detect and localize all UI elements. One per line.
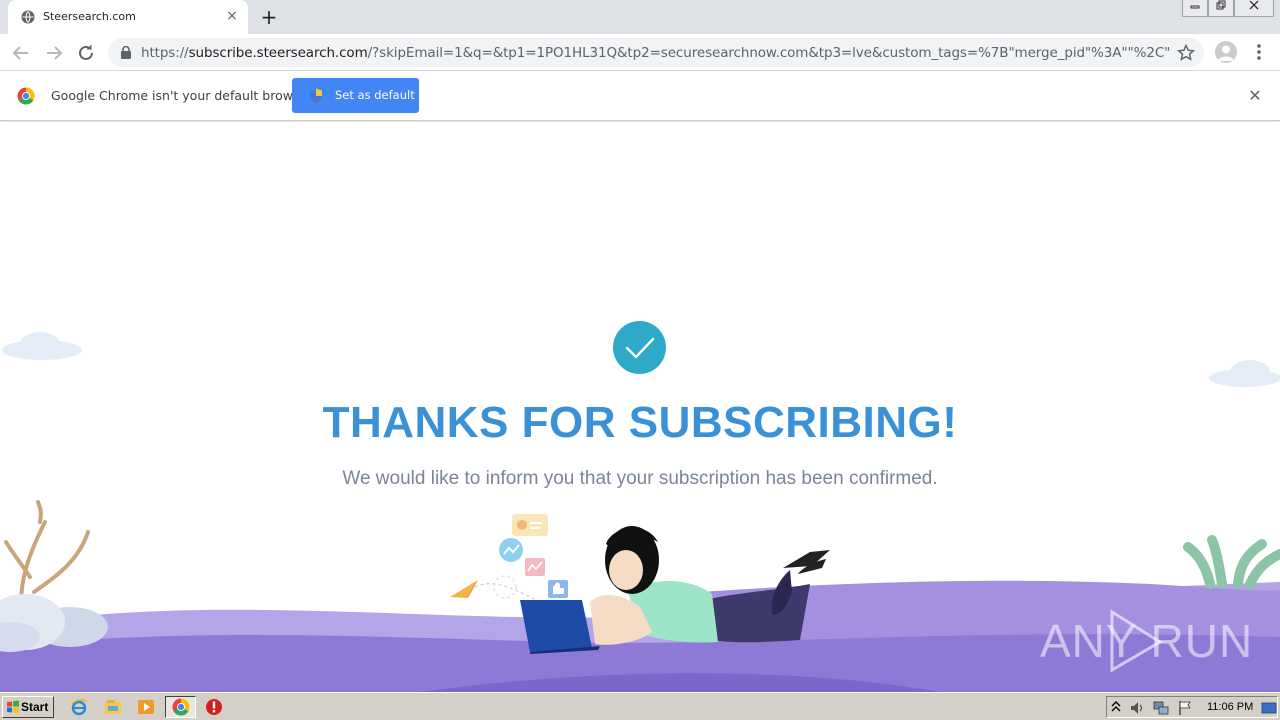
reload-icon[interactable] xyxy=(74,41,98,65)
ie-icon[interactable] xyxy=(70,698,88,716)
windows-taskbar: Start 11:06 PM xyxy=(0,692,1280,720)
menu-icon[interactable] xyxy=(1250,42,1268,62)
account-silhouette xyxy=(1218,45,1234,61)
shield-icon xyxy=(310,88,322,104)
plant xyxy=(1183,535,1280,589)
windows-flag-icon xyxy=(7,700,19,714)
url-text: https://subscribe.steersearch.com/?skipE… xyxy=(141,45,1171,61)
chrome-logo-icon xyxy=(17,87,35,105)
action-center-flag-icon[interactable] xyxy=(1177,700,1193,716)
taskbar-chrome-button[interactable] xyxy=(165,696,196,718)
restore-icon xyxy=(1216,0,1226,10)
floating-like-card xyxy=(548,580,568,598)
cloud-right xyxy=(1209,360,1280,387)
clock[interactable]: 11:06 PM xyxy=(1207,701,1253,713)
set-as-default-button[interactable]: Set as default xyxy=(292,78,419,113)
infobar-close-icon[interactable]: ✕ xyxy=(1247,88,1263,104)
restore-button[interactable] xyxy=(1208,0,1234,17)
url-path: /?skipEmail=1&q=&tp1=1PO1HL31Q&tp2=secur… xyxy=(367,45,1171,61)
dashed-trail xyxy=(474,583,541,603)
chrome-icon xyxy=(172,698,190,716)
cloud-left xyxy=(2,332,82,360)
url-host: subscribe.steersearch.com xyxy=(188,45,368,61)
anyrun-watermark: ANY RUN xyxy=(1040,615,1254,667)
floating-chart-card xyxy=(512,514,548,536)
page-title: THANKS FOR SUBSCRIBING! xyxy=(322,398,958,447)
star-icon[interactable] xyxy=(1176,43,1196,63)
confirmation-message: We would like to inform you that your su… xyxy=(342,468,938,489)
success-check-badge xyxy=(613,321,666,374)
show-desktop-icon[interactable] xyxy=(1261,700,1277,716)
floating-trend-badge xyxy=(499,538,523,562)
network-icon[interactable] xyxy=(1153,700,1169,716)
close-icon xyxy=(1249,0,1259,10)
tab-steersearch[interactable]: Steersearch.com × xyxy=(8,0,248,34)
default-browser-infobar: Google Chrome isn't your default browser… xyxy=(0,71,1280,121)
infobar-message: Google Chrome isn't your default browser xyxy=(51,88,313,103)
explorer-icon[interactable] xyxy=(104,698,122,716)
globe-icon xyxy=(21,10,35,24)
back-icon[interactable] xyxy=(9,41,33,65)
volume-icon[interactable] xyxy=(1129,700,1145,716)
show-hidden-icons-icon[interactable] xyxy=(1111,700,1121,714)
dashed-circle xyxy=(493,575,517,599)
start-label: Start xyxy=(21,700,49,714)
new-tab-button[interactable]: + xyxy=(258,6,280,28)
page-content: THANKS FOR SUBSCRIBING! We would like to… xyxy=(0,122,1280,692)
rocks xyxy=(0,594,108,652)
tab-close-icon[interactable]: × xyxy=(224,8,240,24)
forward-icon[interactable] xyxy=(42,41,66,65)
tab-title: Steersearch.com xyxy=(43,10,136,23)
account-icon[interactable] xyxy=(1215,41,1237,63)
tab-strip: Steersearch.com × + xyxy=(0,0,1280,34)
checkmark-icon xyxy=(625,337,655,359)
paper-plane xyxy=(450,580,478,598)
floating-graph-card xyxy=(525,558,545,576)
set-as-default-label: Set as default xyxy=(335,88,415,102)
system-tray: 11:06 PM xyxy=(1106,696,1278,718)
browser-toolbar: https://subscribe.steersearch.com/?skipE… xyxy=(0,34,1280,71)
minimize-icon xyxy=(1190,5,1200,9)
stop-icon[interactable] xyxy=(205,698,223,716)
start-button[interactable]: Start xyxy=(2,696,54,718)
address-bar[interactable]: https://subscribe.steersearch.com/?skipE… xyxy=(108,38,1204,67)
close-window-button[interactable] xyxy=(1234,0,1274,17)
url-scheme: https:// xyxy=(141,45,189,61)
media-player-icon[interactable] xyxy=(137,698,155,716)
minimize-button[interactable] xyxy=(1182,0,1208,17)
lock-icon xyxy=(121,46,131,59)
